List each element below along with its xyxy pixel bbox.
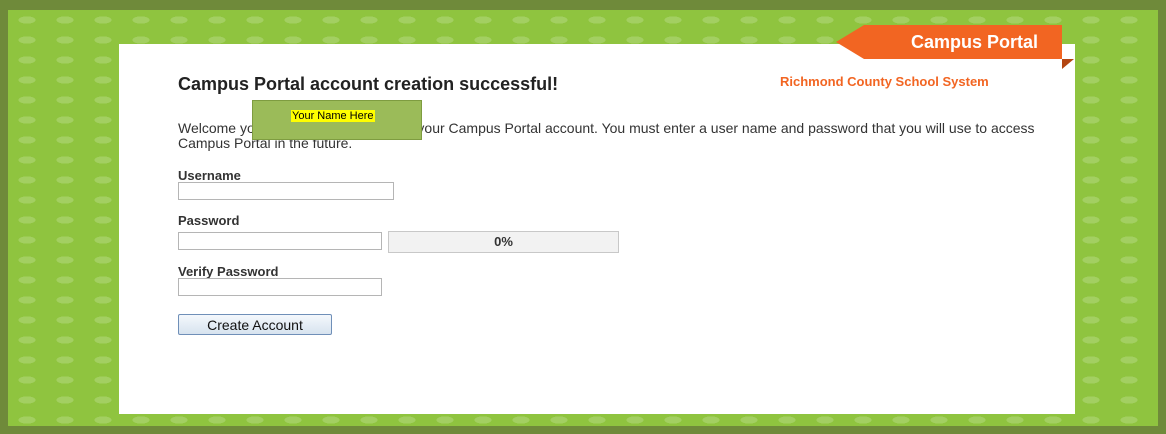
password-strength-meter: 0% xyxy=(388,231,619,253)
username-label: Username xyxy=(178,168,241,183)
name-placeholder-tag: Your Name Here xyxy=(291,110,375,122)
campus-portal-badge: Campus Portal xyxy=(836,25,1062,59)
district-name: Richmond County School System xyxy=(780,74,989,89)
create-account-button[interactable]: Create Account xyxy=(178,314,332,335)
campus-portal-badge-label: Campus Portal xyxy=(910,31,1038,52)
username-input[interactable] xyxy=(178,182,394,200)
verify-password-label: Verify Password xyxy=(178,264,279,279)
password-label: Password xyxy=(178,213,240,228)
password-input[interactable] xyxy=(178,232,382,250)
page-title: Campus Portal account creation successfu… xyxy=(178,74,559,94)
password-strength-text: 0% xyxy=(494,234,513,249)
verify-password-input[interactable] xyxy=(178,278,382,296)
badge-fold xyxy=(1062,59,1074,69)
